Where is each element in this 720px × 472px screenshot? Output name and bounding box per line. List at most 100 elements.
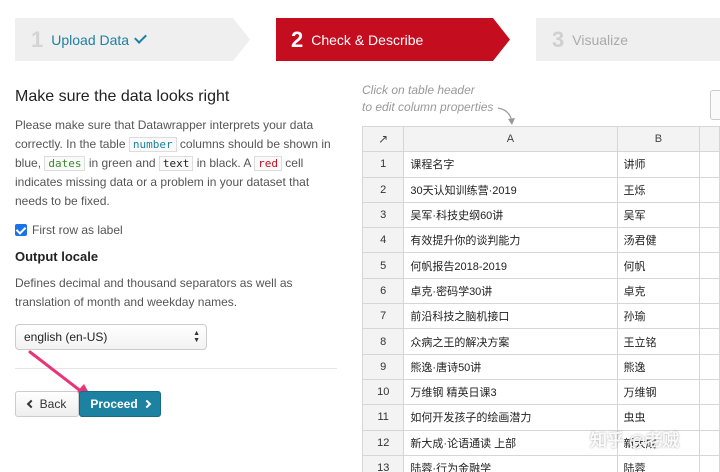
- cell-c[interactable]: [699, 303, 720, 330]
- row-index: 13: [361, 454, 405, 472]
- table-row: 4 有效提升你的谈判能力 汤君健: [361, 227, 720, 254]
- step-check-describe[interactable]: 2 Check & Describe: [276, 18, 510, 61]
- cell-a[interactable]: 熊逸·唐诗50讲: [403, 353, 618, 380]
- step-number: 3: [552, 26, 565, 52]
- chevron-left-icon: [26, 399, 35, 409]
- step-label: Upload Data: [51, 31, 130, 48]
- desc-part: in black. A: [193, 156, 255, 170]
- cell-c[interactable]: [699, 252, 720, 279]
- cell-a[interactable]: 30天认知训练营·2019: [403, 176, 618, 203]
- cell-b[interactable]: 王立铭: [616, 328, 701, 355]
- table-row: 7 前沿科技之脑机接口 孙瑜: [361, 303, 720, 330]
- column-header-a[interactable]: A: [403, 125, 618, 153]
- step-visualize[interactable]: 3 Visualize: [536, 18, 720, 61]
- section-title: Make sure the data looks right: [15, 88, 230, 105]
- table-row: 2 30天认知训练营·2019 王烁: [361, 176, 720, 203]
- cell-a[interactable]: 卓克·密码学30讲: [403, 277, 618, 305]
- cell-a[interactable]: 新大成·论语通读 上部: [403, 429, 618, 456]
- cell-c[interactable]: [699, 328, 720, 355]
- row-index: 11: [361, 404, 405, 431]
- desc-part: in green and: [85, 156, 159, 170]
- cell-c[interactable]: [699, 404, 720, 431]
- locale-select[interactable]: english (en-US) ▲ ▼: [15, 324, 207, 350]
- locale-heading: Output locale: [15, 249, 99, 264]
- watermark: 知乎 @老贼: [590, 431, 680, 450]
- step-label: Check & Describe: [311, 31, 424, 48]
- cell-a[interactable]: 众病之王的解决方案: [403, 328, 618, 355]
- table-row: 3 吴军·科技史纲60讲 吴军: [361, 201, 720, 229]
- hint-line: to edit column properties: [362, 100, 494, 114]
- cell-a[interactable]: 吴军·科技史纲60讲: [403, 201, 618, 229]
- row-index: 9: [361, 353, 405, 380]
- row-index: 3: [361, 201, 405, 229]
- cell-c[interactable]: [699, 353, 720, 380]
- table-row: 9 熊逸·唐诗50讲 熊逸: [361, 353, 720, 380]
- cell-a[interactable]: 万维钢 精英日课3: [403, 378, 618, 406]
- cell-c[interactable]: [699, 454, 720, 472]
- cell-b[interactable]: 孙瑜: [616, 303, 701, 330]
- step-number: 1: [31, 26, 44, 52]
- row-index: 7: [361, 303, 405, 330]
- instructions-text: Please make sure that Datawrapper interp…: [15, 116, 337, 211]
- table-row: 6 卓克·密码学30讲 卓克: [361, 277, 720, 305]
- first-row-as-label-option[interactable]: First row as label: [15, 223, 337, 237]
- cell-c[interactable]: [699, 151, 720, 178]
- cell-c[interactable]: [699, 429, 720, 456]
- cell-c[interactable]: [699, 176, 720, 203]
- cell-c[interactable]: [699, 201, 720, 229]
- row-index: 12: [361, 429, 405, 456]
- cell-b[interactable]: 万维钢: [616, 378, 701, 406]
- step-label: Visualize: [572, 31, 629, 48]
- step-upload-data[interactable]: 1 Upload Data: [15, 18, 250, 61]
- locale-description: Defines decimal and thousand separators …: [15, 276, 293, 309]
- cell-a[interactable]: 课程名字: [403, 151, 618, 178]
- chevron-right-icon: [142, 399, 151, 409]
- table-row: 13 陆蓉·行为金融学 陆蓉: [361, 454, 720, 472]
- back-button-label: Back: [39, 397, 67, 411]
- code-number: number: [128, 137, 177, 152]
- row-index: 2: [361, 176, 405, 203]
- cell-a[interactable]: 陆蓉·行为金融学: [403, 454, 618, 472]
- table-row: 8 众病之王的解决方案 王立铭: [361, 328, 720, 355]
- steps-bar: 1 Upload Data 2 Check & Describe 3 Visua…: [0, 0, 720, 70]
- hint-line: Click on table header: [362, 83, 475, 97]
- code-text: text: [158, 156, 194, 171]
- left-panel: Make sure the data looks right Please ma…: [15, 88, 337, 350]
- proceed-button[interactable]: Proceed: [79, 391, 161, 417]
- cell-b[interactable]: 熊逸: [616, 353, 701, 380]
- code-red: red: [254, 156, 282, 171]
- table-header-hint: Click on table header to edit column pro…: [362, 82, 493, 116]
- cell-a[interactable]: 前沿科技之脑机接口: [403, 303, 618, 330]
- cell-b[interactable]: 王烁: [616, 176, 701, 203]
- cell-a[interactable]: 何帆报告2018-2019: [403, 252, 618, 279]
- select-arrows-icon: ▲ ▼: [193, 330, 200, 344]
- locale-select-value: english (en-US): [24, 330, 108, 344]
- first-row-label: First row as label: [32, 223, 123, 237]
- cell-a[interactable]: 有效提升你的谈判能力: [403, 227, 618, 254]
- cell-c[interactable]: [699, 378, 720, 406]
- column-header-c[interactable]: [699, 125, 720, 153]
- scroll-edge: [710, 90, 720, 120]
- row-index: 1: [361, 151, 405, 178]
- cell-a[interactable]: 如何开发孩子的绘画潜力: [403, 404, 618, 431]
- step-number: 2: [291, 26, 304, 52]
- cell-b[interactable]: 何帆: [616, 252, 701, 279]
- row-index: 10: [361, 378, 405, 406]
- cell-c[interactable]: [699, 227, 720, 254]
- column-header-b[interactable]: B: [616, 125, 701, 153]
- proceed-button-label: Proceed: [90, 397, 138, 411]
- cell-b[interactable]: 陆蓉: [616, 454, 701, 472]
- cell-b[interactable]: 吴军: [616, 201, 701, 229]
- table-row: 1 课程名字 讲师: [361, 151, 720, 178]
- row-index: 5: [361, 252, 405, 279]
- first-row-checkbox[interactable]: [15, 224, 27, 236]
- cell-c[interactable]: [699, 277, 720, 305]
- code-dates: dates: [44, 156, 86, 171]
- table-row: 5 何帆报告2018-2019 何帆: [361, 252, 720, 279]
- transpose-icon[interactable]: ↗: [361, 125, 405, 153]
- cell-b[interactable]: 卓克: [616, 277, 701, 305]
- back-button[interactable]: Back: [15, 391, 79, 417]
- row-index: 8: [361, 328, 405, 355]
- cell-b[interactable]: 讲师: [616, 151, 701, 178]
- cell-b[interactable]: 汤君健: [616, 227, 701, 254]
